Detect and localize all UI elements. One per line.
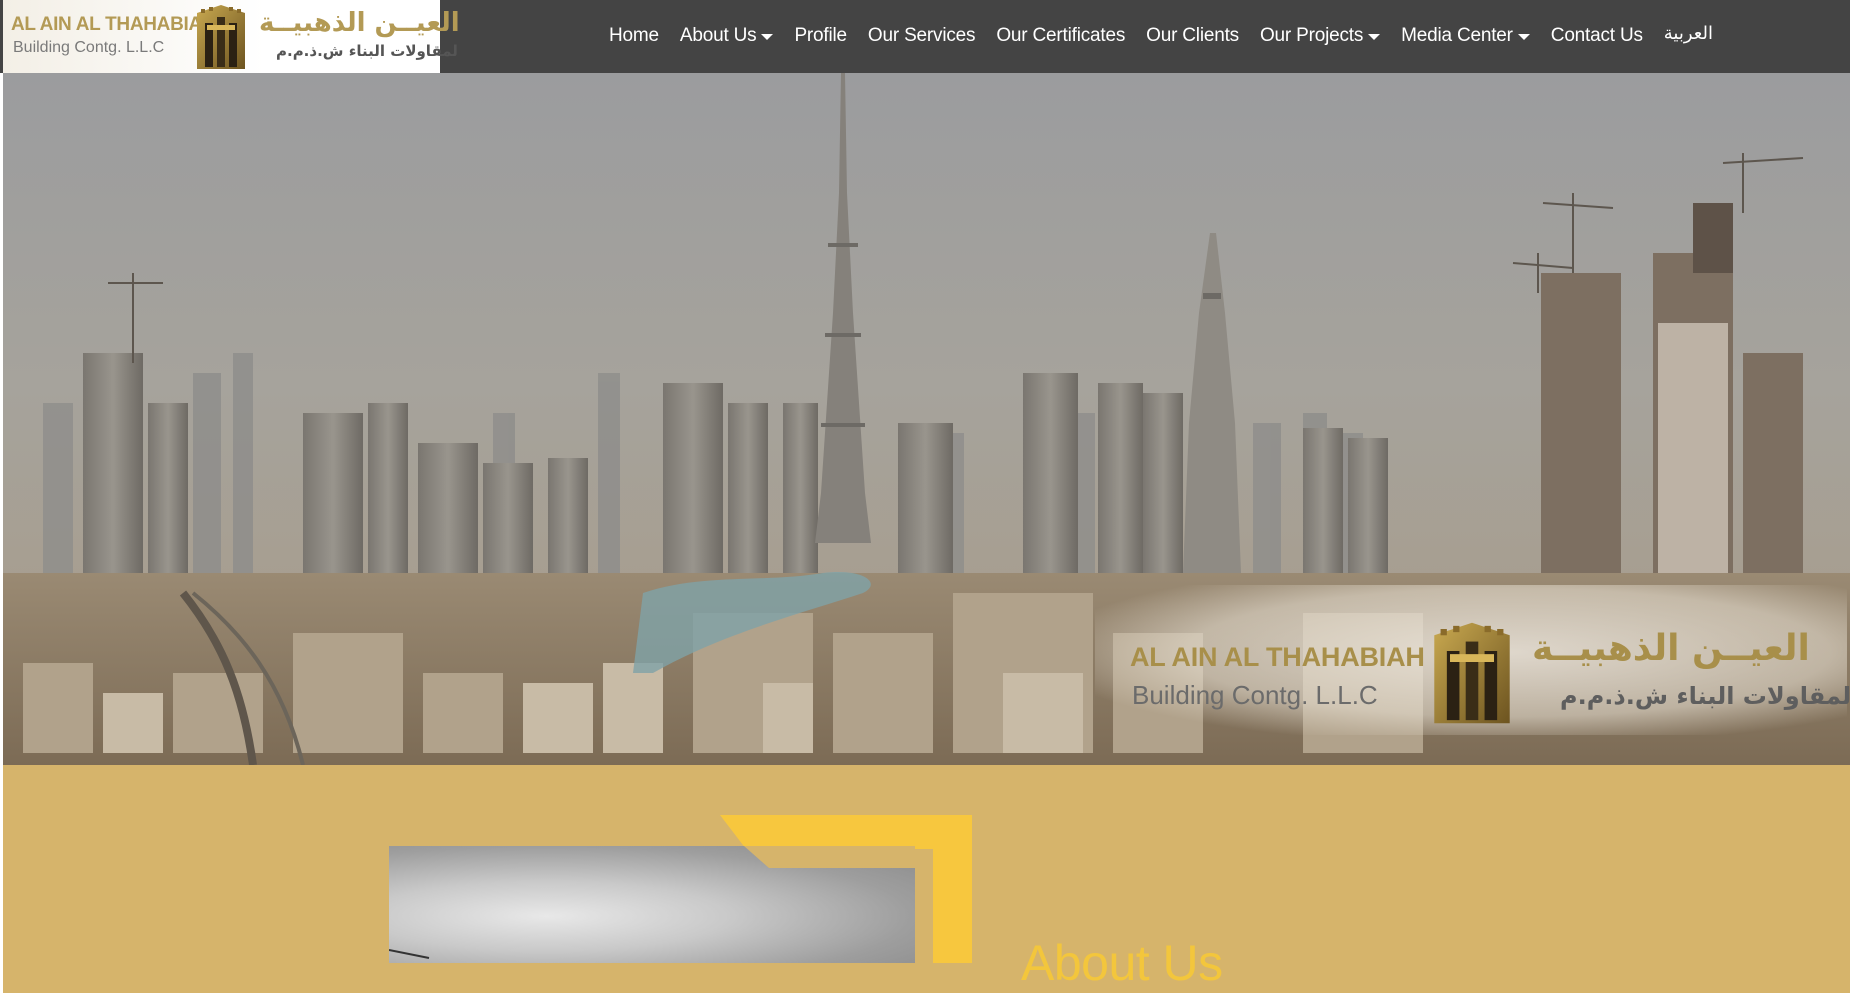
brand-subtitle-ar: لمقاولات البناء ش.ذ.م.م [276, 42, 458, 60]
about-image [389, 846, 915, 963]
nav-our-clients-label: Our Clients [1146, 25, 1239, 46]
nav-media-center[interactable]: Media Center [1401, 25, 1530, 47]
caret-down-icon [1517, 34, 1530, 40]
caret-down-icon [1368, 34, 1381, 40]
building-emblem-icon [1434, 622, 1510, 724]
building-emblem-icon [197, 5, 245, 69]
brand-name-ar: العيــن الذهبيــة [259, 8, 460, 38]
about-title: About Us [1021, 935, 1223, 991]
nav-media-center-label: Media Center [1401, 25, 1513, 46]
page: AL AIN AL THAHABIAH Building Contg. L.L.… [0, 0, 1850, 993]
nav-profile-label: Profile [794, 25, 847, 46]
nav-contact-us[interactable]: Contact Us [1551, 25, 1643, 47]
brand-logo-link[interactable]: AL AIN AL THAHABIAH Building Contg. L.L.… [3, 0, 460, 73]
nav-language-arabic[interactable]: العربية [1664, 23, 1713, 44]
nav-our-projects-label: Our Projects [1259, 25, 1364, 46]
nav-our-projects[interactable]: Our Projects [1259, 25, 1381, 47]
hero-watermark-name-ar: العيــن الذهبيــة [1532, 628, 1810, 669]
nav-our-certificates[interactable]: Our Certificates [996, 25, 1125, 47]
nav-our-certificates-label: Our Certificates [996, 25, 1126, 46]
nav-about-us-label: About Us [679, 25, 757, 46]
nav-home-label: Home [609, 25, 659, 46]
hero-watermark-subtitle-en: Building Contg. L.L.C [1132, 680, 1378, 710]
nav-contact-us-label: Contact Us [1550, 25, 1643, 46]
brand-name-en: AL AIN AL THAHABIAH [11, 14, 216, 35]
nav-our-services[interactable]: Our Services [867, 25, 976, 47]
brand-subtitle-en: Building Contg. L.L.C [13, 39, 165, 56]
caret-down-icon [761, 34, 774, 40]
nav-our-clients[interactable]: Our Clients [1146, 25, 1239, 47]
hero-watermark-name-en: AL AIN AL THAHABIAH [1130, 642, 1425, 672]
nav-about-us[interactable]: About Us [680, 25, 774, 47]
nav-our-services-label: Our Services [867, 25, 976, 46]
nav-home[interactable]: Home [609, 25, 659, 47]
nav-language-label: العربية [1663, 22, 1713, 44]
nav-profile[interactable]: Profile [794, 25, 847, 47]
hero-watermark-subtitle-ar: لمقاولات البناء ش.ذ.م.م [1560, 682, 1850, 710]
navbar: AL AIN AL THAHABIAH Building Contg. L.L.… [0, 0, 1850, 73]
main-nav: Home About Us Profile Our Services Our C… [609, 23, 1713, 48]
